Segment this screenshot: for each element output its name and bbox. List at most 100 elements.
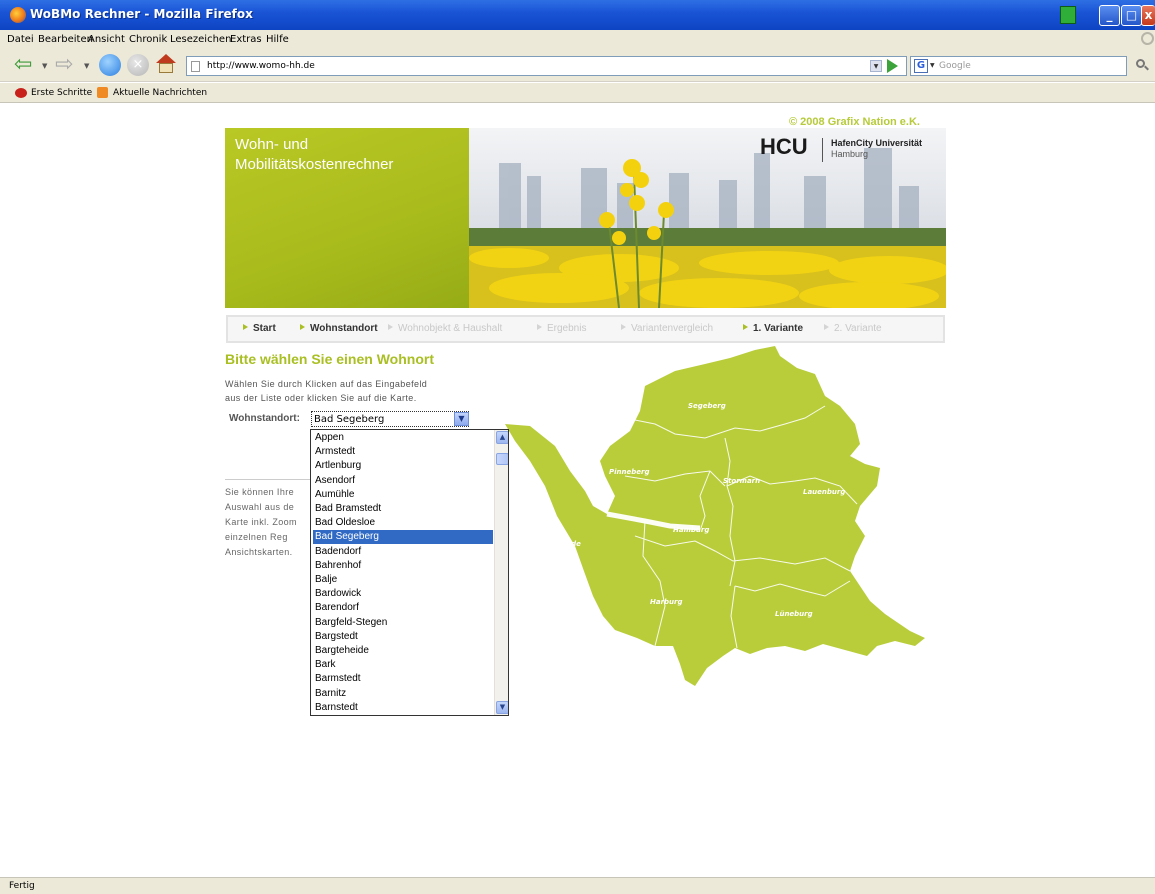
bookmark-aktuelle-nachrichten[interactable]: Aktuelle Nachrichten: [113, 88, 207, 98]
info-line: Sie können Ihre: [225, 487, 295, 497]
minimize-button[interactable]: _: [1099, 5, 1120, 26]
list-option[interactable]: Bardowick: [313, 587, 493, 601]
page-heading: Bitte wählen Sie einen Wohnort: [225, 351, 434, 367]
dropdown-arrow-icon[interactable]: ▼: [454, 412, 469, 426]
scroll-thumb[interactable]: [496, 453, 508, 465]
step-arrow-icon: [743, 324, 748, 330]
google-engine-icon[interactable]: G: [914, 59, 928, 73]
menu-hilfe[interactable]: Hilfe: [266, 34, 289, 45]
list-option[interactable]: Artlenburg: [313, 459, 493, 473]
scroll-up-icon[interactable]: ▲: [496, 431, 508, 444]
list-option[interactable]: Balje: [313, 573, 493, 587]
engine-dropdown-icon[interactable]: ▼: [930, 59, 935, 73]
step-variantenvergleich: Variantenvergleich: [621, 323, 713, 334]
list-option[interactable]: Bargteheide: [313, 644, 493, 658]
step-wohnobjekt-haushalt: Wohnobjekt & Haushalt: [388, 323, 502, 334]
list-option[interactable]: Appen: [313, 431, 493, 445]
step-arrow-icon: [537, 324, 542, 330]
map-label-stade: Stade: [558, 540, 581, 548]
list-option[interactable]: Bad Segeberg: [313, 530, 493, 545]
banner-title: Wohn- und Mobilitätskostenrechner: [235, 135, 393, 175]
map-label-lauenburg: Lauenburg: [803, 488, 845, 496]
step-2-variante: 2. Variante: [824, 323, 882, 334]
maximize-button[interactable]: □: [1121, 5, 1142, 26]
status-text: Fertig: [9, 881, 35, 891]
region-map[interactable]: Segeberg Pinneberg Stormarn Lauenburg Ha…: [505, 346, 935, 691]
info-text: Sie können Ihre Auswahl aus de Karte ink…: [225, 485, 312, 560]
search-icon[interactable]: [1134, 57, 1150, 73]
list-option[interactable]: Armstedt: [313, 445, 493, 459]
step-start[interactable]: Start: [243, 323, 276, 334]
wohnstandort-select[interactable]: Bad Segeberg ▼: [311, 411, 469, 427]
home-icon[interactable]: [156, 54, 176, 74]
close-button[interactable]: x: [1141, 5, 1155, 26]
info-line: Auswahl aus de: [225, 502, 295, 512]
map-label-lueneburg: Lüneburg: [775, 610, 813, 618]
list-option[interactable]: Bad Oldesloe: [313, 516, 493, 530]
menu-bearbeiten[interactable]: Bearbeiten: [38, 34, 93, 45]
hcu-logo-city: Hamburg: [831, 149, 869, 159]
back-history-dropdown-icon[interactable]: ▼: [42, 54, 47, 78]
map-label-hamburg: Hamburg: [673, 526, 709, 534]
reload-icon[interactable]: [99, 54, 121, 76]
address-dropdown-icon[interactable]: ▼: [870, 60, 882, 72]
go-arrow-icon[interactable]: [887, 59, 898, 73]
list-option[interactable]: Badendorf: [313, 545, 493, 559]
forward-arrow-icon[interactable]: ⇨: [55, 54, 79, 78]
list-scrollbar[interactable]: ▲ ▼: [494, 430, 508, 715]
menu-lesezeichen[interactable]: Lesezeichen: [170, 34, 231, 45]
info-line: Karte inkl. Zoom: [225, 517, 297, 527]
copyright-text: © 2008 Grafix Nation e.K.: [789, 116, 920, 128]
menu-datei[interactable]: Datei: [7, 34, 34, 45]
map-label-stormarn: Stormarn: [723, 477, 760, 485]
search-bar[interactable]: G ▼ Google: [910, 56, 1127, 76]
list-option[interactable]: Bargstedt: [313, 630, 493, 644]
list-option[interactable]: Barnitz: [313, 687, 493, 701]
step-1-variante[interactable]: 1. Variante: [743, 323, 803, 334]
stop-icon[interactable]: ×: [127, 54, 149, 76]
hcu-logo: HCU: [760, 134, 808, 159]
throbber-icon: [1141, 32, 1154, 45]
address-text[interactable]: http://www.womo-hh.de: [207, 61, 315, 71]
bookmark-erste-schritte[interactable]: Erste Schritte: [31, 88, 92, 98]
window-titlebar: WoBMo Rechner - Mozilla Firefox _ □ x: [0, 0, 1155, 30]
search-input[interactable]: Google: [939, 61, 971, 71]
list-option[interactable]: Bark: [313, 658, 493, 672]
info-line: einzelnen Reg: [225, 532, 288, 542]
step-wohnstandort[interactable]: Wohnstandort: [300, 323, 378, 334]
map-label-pinneberg: Pinneberg: [609, 468, 649, 476]
list-option[interactable]: Barendorf: [313, 601, 493, 615]
menu-extras[interactable]: Extras: [230, 34, 262, 45]
step-arrow-icon: [621, 324, 626, 330]
divider: [225, 479, 310, 480]
page-icon: [191, 61, 200, 72]
list-option[interactable]: Bahrenhof: [313, 559, 493, 573]
intro-line-2: aus der Liste oder klicken Sie auf die K…: [225, 393, 417, 403]
step-arrow-icon: [388, 324, 393, 330]
address-bar[interactable]: http://www.womo-hh.de ▼: [186, 56, 907, 76]
list-option[interactable]: Aumühle: [313, 488, 493, 502]
hcu-logo-name: HafenCity Universität: [831, 138, 923, 148]
scroll-down-icon[interactable]: ▼: [496, 701, 508, 714]
back-arrow-icon[interactable]: ⇦: [14, 54, 38, 78]
wohnstandort-options-list[interactable]: ▲ ▼ Appen Armstedt Artlenburg Asendorf Aumüh…: [310, 429, 509, 716]
list-option[interactable]: Barmstedt: [313, 672, 493, 686]
list-option[interactable]: Barnstedt: [313, 701, 493, 715]
firefox-icon: [10, 7, 26, 23]
menu-chronik[interactable]: Chronik: [129, 34, 167, 45]
list-option[interactable]: Bad Bramstedt: [313, 502, 493, 516]
menu-ansicht[interactable]: Ansicht: [88, 34, 125, 45]
map-area: [505, 346, 925, 686]
banner-title-line-1: Wohn- und: [235, 136, 309, 153]
forward-history-dropdown-icon[interactable]: ▼: [84, 54, 89, 78]
tray-icon[interactable]: [1060, 6, 1076, 24]
menu-bar: Datei Bearbeiten Ansicht Chronik Lesezei…: [0, 30, 1155, 50]
list-option[interactable]: Bargfeld-Stegen: [313, 616, 493, 630]
intro-text: Wählen Sie durch Klicken auf das Eingabe…: [225, 377, 480, 405]
info-line: Ansichtskarten.: [225, 547, 293, 557]
step-arrow-icon: [243, 324, 248, 330]
map-label-harburg: Harburg: [650, 598, 683, 606]
selected-value[interactable]: Bad Segeberg: [314, 414, 384, 425]
list-option[interactable]: Asendorf: [313, 474, 493, 488]
step-arrow-icon: [824, 324, 829, 330]
